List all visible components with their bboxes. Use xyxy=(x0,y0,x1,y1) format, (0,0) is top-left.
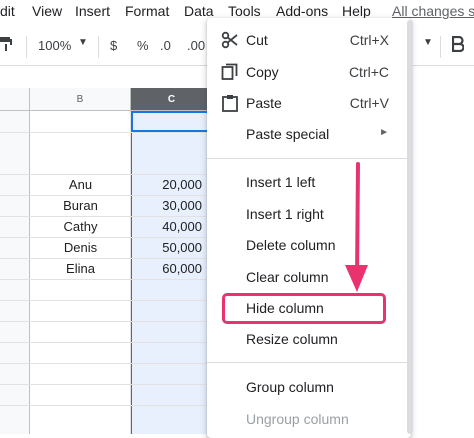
chevron-down-icon[interactable]: ▼ xyxy=(423,37,433,48)
menu-divider xyxy=(207,158,411,159)
menu-insert[interactable]: Insert xyxy=(75,3,110,19)
cut-shortcut: Ctrl+X xyxy=(349,32,389,48)
cell-value[interactable]: 20,000 xyxy=(131,174,202,195)
row-divider xyxy=(0,363,213,364)
menu-format[interactable]: Format xyxy=(125,3,169,19)
paste-label: Paste xyxy=(246,95,282,111)
chevron-down-icon[interactable]: ▼ xyxy=(78,37,88,48)
menu-scrollbar[interactable] xyxy=(407,20,413,434)
paste-special-label: Paste special xyxy=(246,126,330,142)
row-divider xyxy=(0,405,213,406)
copy-shortcut: Ctrl+C xyxy=(348,64,389,80)
cell-value[interactable]: 50,000 xyxy=(131,237,202,258)
row-divider xyxy=(0,384,213,385)
menu-data[interactable]: Data xyxy=(184,3,214,19)
currency-button[interactable]: $ xyxy=(110,38,117,53)
column-header-c[interactable]: C xyxy=(131,88,213,111)
zoom-select[interactable]: 100% xyxy=(38,38,71,53)
row-divider xyxy=(0,279,213,280)
menu-edit[interactable]: dit xyxy=(0,3,15,19)
cut-menu-item[interactable]: Cut Ctrl+X xyxy=(207,26,411,54)
all-changes-saved-link[interactable]: All changes s xyxy=(392,3,474,19)
paste-special-menu-item[interactable]: Paste special ► xyxy=(207,120,411,148)
menu-divider xyxy=(207,362,411,363)
row-divider xyxy=(0,132,213,133)
column-header-b[interactable]: B xyxy=(30,88,131,111)
cell-name[interactable]: Anu xyxy=(30,174,131,195)
row-divider xyxy=(0,300,213,301)
cell-name[interactable]: Buran xyxy=(30,195,131,216)
cut-label: Cut xyxy=(246,32,268,48)
ungroup-column-menu-item: Ungroup column xyxy=(207,405,411,433)
cell-value[interactable]: 60,000 xyxy=(131,258,202,279)
menu-tools[interactable]: Tools xyxy=(228,3,261,19)
group-column-menu-item[interactable]: Group column xyxy=(207,373,411,401)
pointer-arrow-icon xyxy=(345,162,368,292)
toolbar-divider xyxy=(26,36,27,58)
copy-icon xyxy=(221,63,239,81)
menu-view[interactable]: View xyxy=(32,3,62,19)
decrease-decimal-button[interactable]: .0 xyxy=(160,38,171,53)
scissors-icon xyxy=(221,31,239,49)
row-headers xyxy=(0,111,30,434)
paste-shortcut: Ctrl+V xyxy=(349,95,389,111)
ungroup-column-label: Ungroup column xyxy=(246,411,349,427)
paint-format-icon[interactable] xyxy=(0,36,12,55)
row-divider xyxy=(0,342,213,343)
paste-menu-item[interactable]: Paste Ctrl+V xyxy=(207,89,411,117)
clipboard-icon xyxy=(221,94,239,112)
resize-column-label: Resize column xyxy=(246,331,338,347)
row-header-corner xyxy=(0,88,30,111)
percent-button[interactable]: % xyxy=(137,38,149,53)
active-cell[interactable] xyxy=(131,111,213,132)
submenu-arrow-icon: ► xyxy=(379,127,389,138)
copy-menu-item[interactable]: Copy Ctrl+C xyxy=(207,58,411,86)
cell-value[interactable]: 40,000 xyxy=(131,216,202,237)
row-divider xyxy=(0,321,213,322)
toolbar-divider xyxy=(98,36,99,58)
cell-value[interactable]: 30,000 xyxy=(131,195,202,216)
copy-label: Copy xyxy=(246,64,279,80)
cell-name[interactable]: Denis xyxy=(30,237,131,258)
menu-addons[interactable]: Add-ons xyxy=(276,3,328,19)
increase-decimal-button[interactable]: .00 xyxy=(187,38,205,53)
cell-name[interactable]: Cathy xyxy=(30,216,131,237)
bold-button[interactable] xyxy=(451,35,465,55)
resize-column-menu-item[interactable]: Resize column xyxy=(207,325,411,353)
cell-name[interactable]: Elina xyxy=(30,258,131,279)
menu-help[interactable]: Help xyxy=(342,3,371,19)
toolbar-divider xyxy=(440,36,441,58)
group-column-label: Group column xyxy=(246,379,334,395)
